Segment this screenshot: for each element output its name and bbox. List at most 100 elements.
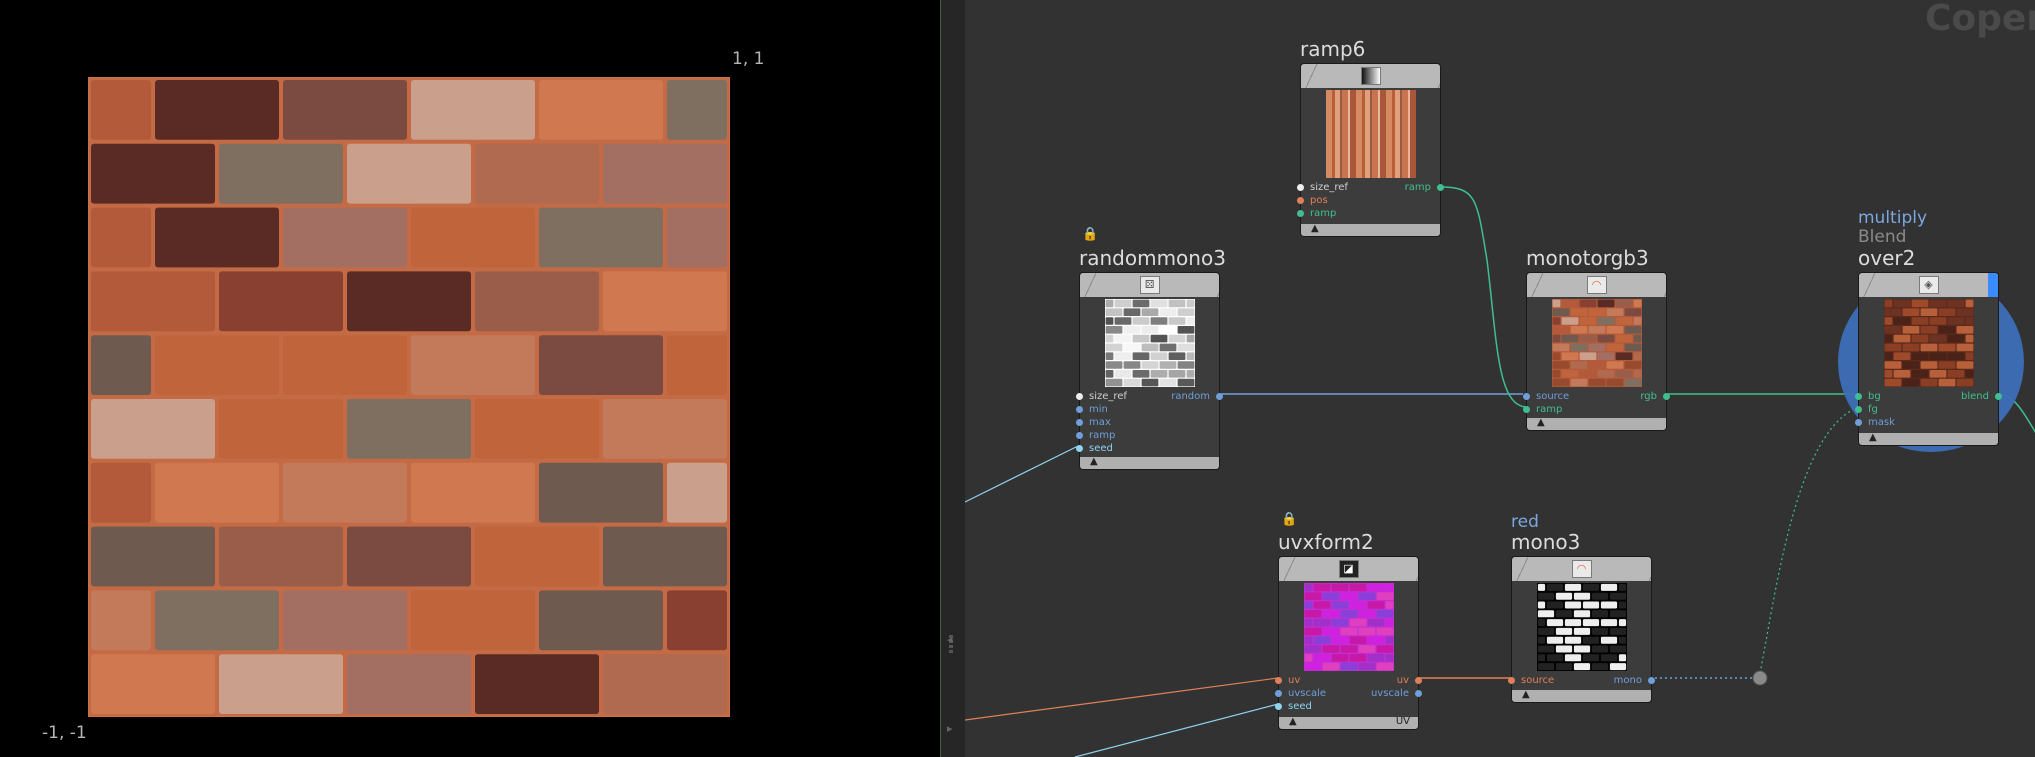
brick (1893, 334, 1910, 343)
expand-ports-icon[interactable]: ▲ (1289, 716, 1297, 727)
network-editor[interactable]: Copern ramp6 size_ref pos ramp ramp ▲ 🔒 … (965, 0, 2035, 757)
input-port-size-ref[interactable]: size_ref (1076, 391, 1127, 403)
input-port-seed[interactable]: seed (1076, 443, 1113, 455)
input-port-mask[interactable]: mask (1855, 417, 1895, 429)
output-port-rgb[interactable]: rgb (1640, 391, 1670, 403)
expand-ports-icon[interactable]: ▲ (1311, 223, 1319, 234)
expand-arrow-icon[interactable]: ▸ (947, 722, 953, 735)
node-header[interactable]: ◪ (1279, 557, 1418, 581)
brick (1884, 334, 1892, 343)
brick (1552, 352, 1560, 360)
input-port-source[interactable]: source (1523, 391, 1569, 403)
brick (1358, 662, 1375, 671)
brick (283, 207, 407, 268)
node-header[interactable] (1301, 64, 1440, 88)
brick (1168, 352, 1185, 360)
input-port-max[interactable]: max (1076, 417, 1111, 429)
node-footer[interactable]: ▲ UV (1279, 716, 1418, 729)
expand-ports-icon[interactable]: ▲ (1869, 432, 1877, 443)
brick (1349, 636, 1366, 644)
input-port-ramp[interactable]: ramp (1523, 404, 1562, 416)
node-footer[interactable]: ▲ (1527, 417, 1666, 430)
node-header[interactable]: ◠ (1512, 557, 1651, 581)
brick (91, 271, 215, 332)
brick (411, 462, 535, 523)
brick (1385, 583, 1393, 592)
brick (1965, 299, 1973, 308)
output-port-uv[interactable]: uv (1397, 675, 1422, 687)
brick (1123, 343, 1140, 352)
output-port-random[interactable]: random (1171, 391, 1223, 403)
input-port-size-ref[interactable]: size_ref (1297, 182, 1348, 194)
input-port-min[interactable]: min (1076, 404, 1108, 416)
wire-seed2-in[interactable] (1074, 703, 1279, 757)
input-port-bg[interactable]: bg (1855, 391, 1881, 403)
node-ramp6[interactable]: size_ref pos ramp ramp ▲ (1297, 63, 1444, 237)
brick (475, 271, 599, 332)
wire-dot-node[interactable] (1752, 670, 1768, 686)
brick (1597, 370, 1614, 378)
wire-dot-to-fg[interactable] (1758, 406, 1860, 679)
node-uvxform2[interactable]: ◪ uv uvscale seed uv uvscale ▲ UV (1275, 556, 1422, 730)
brick (1893, 370, 1910, 378)
output-port-uvscale[interactable]: uvscale (1371, 688, 1422, 700)
brick (91, 590, 151, 651)
node-footer[interactable]: ▲ (1859, 432, 1998, 445)
input-port-ramp[interactable]: ramp (1297, 208, 1336, 220)
brick (1177, 361, 1194, 369)
input-port-pos[interactable]: pos (1297, 195, 1328, 207)
brick (219, 399, 343, 459)
brick (1624, 343, 1641, 352)
node-over2[interactable]: ◈ bg fg mask blend ▲ (1855, 272, 2002, 446)
brick (539, 207, 663, 268)
brick (1884, 299, 1892, 308)
output-port-blend[interactable]: blend (1961, 391, 2002, 403)
expand-ports-icon[interactable]: ▲ (1537, 417, 1545, 428)
node-monotorgb3[interactable]: ◠ source ramp rgb ▲ (1523, 272, 1670, 431)
brick (1186, 370, 1194, 378)
input-port-ramp[interactable]: ramp (1076, 430, 1115, 442)
expand-ports-icon[interactable]: ▲ (1090, 456, 1098, 467)
brick (1555, 645, 1572, 653)
wire-ramp-to-ramp[interactable] (1440, 186, 1528, 408)
pane-splitter[interactable]: ◂ ▸ (940, 0, 966, 757)
input-port-uvscale[interactable]: uvscale (1275, 688, 1326, 700)
node-footer[interactable]: ▲ (1301, 223, 1440, 236)
node-header[interactable]: ◠ (1527, 273, 1666, 297)
splitter-grip (949, 650, 953, 653)
brick (475, 526, 599, 587)
brick (1615, 299, 1632, 308)
brick (1582, 654, 1599, 662)
lock-icon[interactable]: 🔒 (1281, 512, 1297, 527)
brick (1537, 619, 1545, 627)
image-viewer[interactable]: 1, 1 -1, -1 (0, 0, 940, 757)
expand-ports-icon[interactable]: ▲ (1522, 689, 1530, 700)
node-footer[interactable]: ▲ (1080, 456, 1219, 469)
node-randommono3[interactable]: ⚄ size_ref min max ramp seed random ▲ (1076, 272, 1223, 470)
input-port-uv[interactable]: uv (1275, 675, 1300, 687)
brick (1615, 370, 1632, 378)
node-subtitle-type: Blend (1858, 227, 1907, 247)
display-flag[interactable] (1988, 273, 1998, 297)
output-port-ramp[interactable]: ramp (1405, 182, 1444, 194)
collapse-arrow-icon[interactable]: ◂ (947, 633, 953, 646)
input-port-seed[interactable]: seed (1275, 701, 1312, 713)
wire-seed-in[interactable] (965, 445, 1079, 503)
node-header[interactable]: ◈ (1859, 273, 1998, 297)
node-footer[interactable]: ▲ (1512, 689, 1651, 702)
brick (1579, 334, 1596, 343)
lock-icon[interactable]: 🔒 (1082, 227, 1098, 242)
brick (1561, 370, 1578, 378)
brick (1376, 645, 1393, 653)
brick (1564, 619, 1581, 627)
brick (1633, 299, 1641, 308)
output-port-mono[interactable]: mono (1614, 675, 1655, 687)
brick (1537, 654, 1545, 662)
input-port-fg[interactable]: fg (1855, 404, 1878, 416)
node-mono3[interactable]: ◠ source mono ▲ (1508, 556, 1655, 703)
wire-uv-in[interactable] (965, 677, 1279, 721)
brick (1304, 601, 1312, 609)
node-header[interactable]: ⚄ (1080, 273, 1219, 297)
brick (1537, 601, 1545, 609)
input-port-source[interactable]: source (1508, 675, 1554, 687)
